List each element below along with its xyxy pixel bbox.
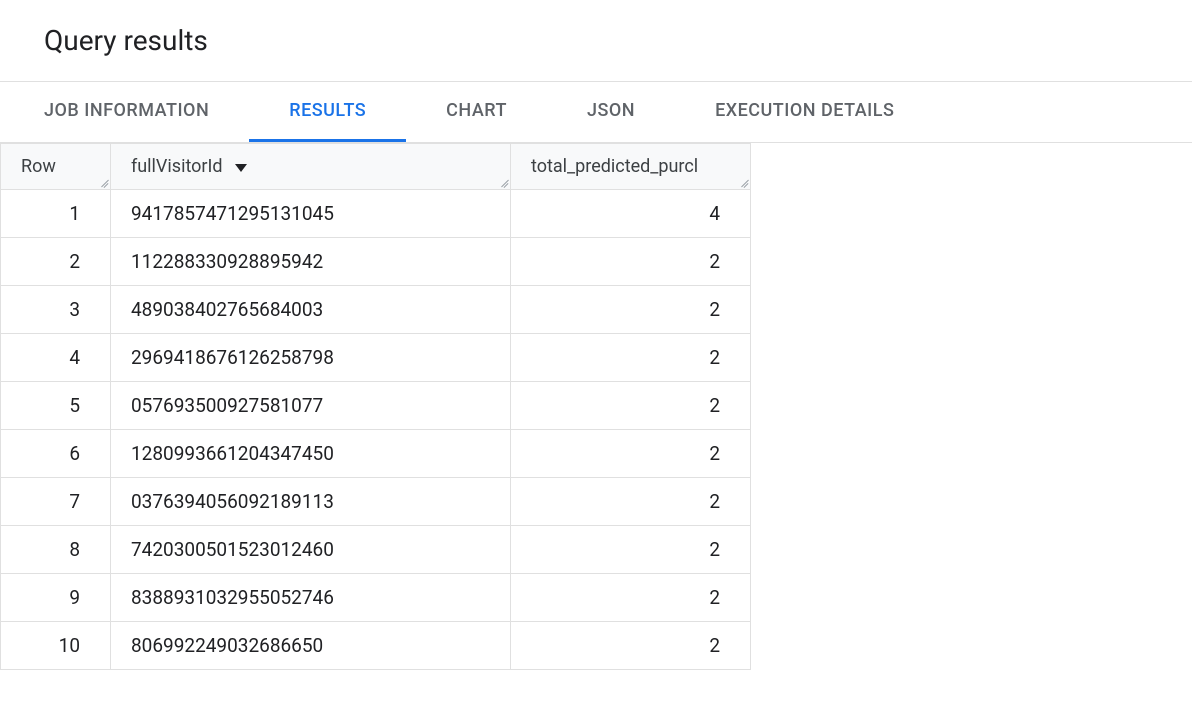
tab-json[interactable]: JSON [547,82,675,142]
total-predicted-purchases-cell: 2 [511,334,751,382]
total-predicted-purchases-cell: 2 [511,382,751,430]
table-row: 108069922490326866502 [1,622,751,670]
resize-handle-icon[interactable] [738,177,748,187]
total-predicted-purchases-cell: 2 [511,622,751,670]
row-number-cell: 2 [1,238,111,286]
table-row: 703763940560921891132 [1,478,751,526]
row-number-cell: 9 [1,574,111,622]
total-predicted-purchases-cell: 2 [511,238,751,286]
column-header-fullvisitorid[interactable]: fullVisitorId [111,144,511,190]
tab-chart[interactable]: CHART [406,82,547,142]
table-row: 34890384027656840032 [1,286,751,334]
row-number-cell: 1 [1,190,111,238]
fullvisitorid-cell: 9417857471295131045 [111,190,511,238]
table-header-row: Row fullVisitorId total_predicted_purcl [1,144,751,190]
page-title: Query results [0,0,1192,81]
results-table: Row fullVisitorId total_predicted_purcl [0,143,751,670]
tab-job-information[interactable]: JOB INFORMATION [0,82,249,142]
column-header-total-predicted-label: total_predicted_purcl [531,156,698,177]
tabs-container: JOB INFORMATION RESULTS CHART JSON EXECU… [0,81,1192,143]
table-row: 194178574712951310454 [1,190,751,238]
table-row: 983889310329550527462 [1,574,751,622]
table-row: 21122883309288959422 [1,238,751,286]
resize-handle-icon[interactable] [98,177,108,187]
row-number-cell: 10 [1,622,111,670]
fullvisitorid-cell: 057693500927581077 [111,382,511,430]
total-predicted-purchases-cell: 4 [511,190,751,238]
table-row: 874203005015230124602 [1,526,751,574]
table-row: 429694186761262587982 [1,334,751,382]
fullvisitorid-cell: 2969418676126258798 [111,334,511,382]
fullvisitorid-cell: 7420300501523012460 [111,526,511,574]
total-predicted-purchases-cell: 2 [511,478,751,526]
column-header-total-predicted-purchases[interactable]: total_predicted_purcl [511,144,751,190]
fullvisitorid-cell: 0376394056092189113 [111,478,511,526]
tab-execution-details[interactable]: EXECUTION DETAILS [675,82,934,142]
table-row: 50576935009275810772 [1,382,751,430]
total-predicted-purchases-cell: 2 [511,526,751,574]
row-number-cell: 7 [1,478,111,526]
column-header-row[interactable]: Row [1,144,111,190]
fullvisitorid-cell: 489038402765684003 [111,286,511,334]
row-number-cell: 8 [1,526,111,574]
results-table-wrapper: Row fullVisitorId total_predicted_purcl [0,143,750,670]
table-row: 612809936612043474502 [1,430,751,478]
total-predicted-purchases-cell: 2 [511,574,751,622]
total-predicted-purchases-cell: 2 [511,430,751,478]
total-predicted-purchases-cell: 2 [511,286,751,334]
row-number-cell: 6 [1,430,111,478]
fullvisitorid-cell: 112288330928895942 [111,238,511,286]
fullvisitorid-cell: 1280993661204347450 [111,430,511,478]
sort-desc-icon [235,156,247,177]
tab-results[interactable]: RESULTS [249,82,406,142]
resize-handle-icon[interactable] [498,177,508,187]
row-number-cell: 3 [1,286,111,334]
fullvisitorid-cell: 806992249032686650 [111,622,511,670]
column-header-row-label: Row [21,156,56,177]
row-number-cell: 5 [1,382,111,430]
row-number-cell: 4 [1,334,111,382]
column-header-fullvisitorid-label: fullVisitorId [131,156,223,177]
fullvisitorid-cell: 8388931032955052746 [111,574,511,622]
